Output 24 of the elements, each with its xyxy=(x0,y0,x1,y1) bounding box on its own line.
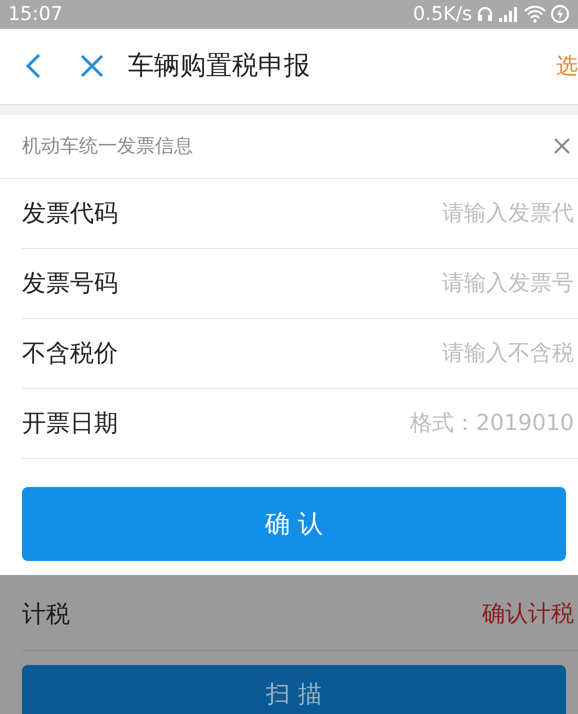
scan-button[interactable]: 扫 描 xyxy=(22,664,566,714)
options-link[interactable]: 选 xyxy=(556,50,578,82)
input-field[interactable]: 格式：2019010 xyxy=(318,406,578,440)
page-title: 车辆购置税申报 xyxy=(128,50,310,82)
field-label: 发票号码 xyxy=(22,268,118,299)
confirm-button[interactable]: 确 认 xyxy=(22,486,566,560)
input-field[interactable]: 请输入不含税 xyxy=(318,336,578,370)
signal-icon xyxy=(498,6,520,22)
field-label: 发票代码 xyxy=(22,198,118,229)
wifi-icon xyxy=(524,5,546,24)
network-speed: 0.5K/s xyxy=(413,2,472,27)
field-label: 不含税价 xyxy=(22,338,118,369)
input-field[interactable]: 请输入发票代 xyxy=(318,196,578,230)
sheet-title: 机动车统一发票信息 xyxy=(22,134,193,159)
status-time: 15:07 xyxy=(8,2,63,27)
field-label: 开票日期 xyxy=(22,408,118,439)
close-icon xyxy=(554,138,570,154)
row-label: 计税 xyxy=(22,599,70,630)
close-icon xyxy=(80,54,104,78)
battery-charging-icon xyxy=(550,4,570,24)
tax-link[interactable]: 确认计税 xyxy=(482,596,574,632)
headset-icon xyxy=(476,5,494,24)
input-field[interactable]: 请输入发票号 xyxy=(318,266,578,300)
back-icon xyxy=(25,53,41,79)
